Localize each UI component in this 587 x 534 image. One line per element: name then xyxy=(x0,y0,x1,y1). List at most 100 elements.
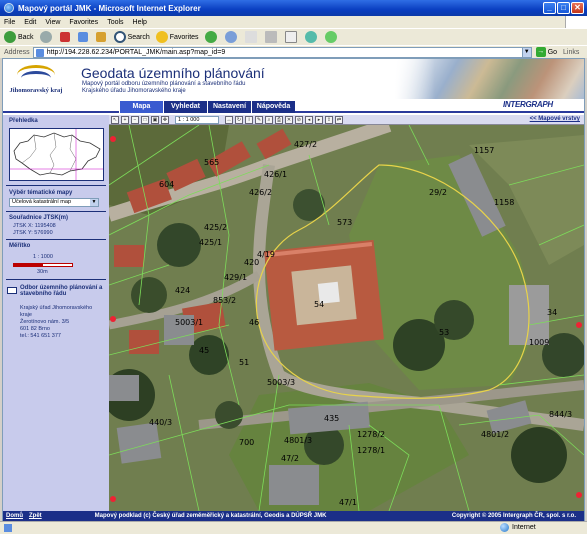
media-button[interactable] xyxy=(204,31,219,43)
edit-button[interactable] xyxy=(284,31,299,43)
scale-title: Měřítko xyxy=(9,243,31,249)
stop-icon-red[interactable]: ⊘ xyxy=(295,115,303,124)
parcel-label: 425/1 xyxy=(199,238,222,247)
back-arrow-icon xyxy=(4,31,16,43)
discuss-icon xyxy=(304,31,317,43)
mail-icon[interactable] xyxy=(7,287,17,294)
star-icon xyxy=(155,31,168,43)
tab-napoveda[interactable]: Nápověda xyxy=(251,101,295,113)
coords-title: Souřadnice JTSK(m) xyxy=(9,215,69,221)
page-subtitle-1: Mapový portál odboru územního plánování … xyxy=(82,81,246,87)
zoom-extent-icon[interactable]: ▣ xyxy=(151,115,159,124)
print-map-icon[interactable]: ⎙ xyxy=(275,115,283,124)
discuss-button[interactable] xyxy=(304,31,319,43)
back-link[interactable]: Zpět xyxy=(29,513,42,519)
logo-swoosh-icon-2 xyxy=(21,71,51,85)
tab-vyhledat[interactable]: Vyhledat xyxy=(163,101,207,113)
refresh-button[interactable] xyxy=(77,32,90,42)
mail-icon xyxy=(244,31,257,43)
go-arrow-icon: → xyxy=(535,47,546,57)
ie-icon xyxy=(4,3,14,13)
parcel-label: 1157 xyxy=(474,146,494,155)
print-button[interactable] xyxy=(264,31,279,43)
minimize-button[interactable]: _ xyxy=(543,2,556,14)
refresh-map-icon[interactable]: ↻ xyxy=(235,115,243,124)
search-button[interactable]: Search xyxy=(113,31,150,43)
scale-select[interactable]: 1 : 1 000 xyxy=(175,115,219,124)
menu-help[interactable]: Help xyxy=(133,19,147,26)
zone-label: Internet xyxy=(512,524,536,531)
parcel-label: 604 xyxy=(159,180,174,189)
map-area: ↖ + − □ ▣ ✥ 1 : 1 000 ↔ ↻ i ✎ ⌕ ⎙ ✕ ⊘ ◂ … xyxy=(109,115,584,511)
next-view-icon[interactable]: ▸ xyxy=(315,115,323,124)
page-title: Geodata územního plánování xyxy=(81,65,265,81)
parcel-label: 1278/1 xyxy=(357,446,385,455)
divider xyxy=(6,211,106,212)
parcel-label: 5003/3 xyxy=(267,378,295,387)
maximize-button[interactable]: □ xyxy=(557,2,570,14)
info-icon[interactable]: i xyxy=(245,115,253,124)
history-button[interactable] xyxy=(224,31,239,43)
contact-line: tel.: 541 651 377 xyxy=(20,333,61,339)
zoom-out-icon[interactable]: − xyxy=(131,115,139,124)
orthophoto-map[interactable]: 427/2565426/1426/2604425/2425/15734/1942… xyxy=(109,125,584,511)
parcel-label: 420 xyxy=(244,258,259,267)
menu-favorites[interactable]: Favorites xyxy=(69,19,98,26)
menu-tools[interactable]: Tools xyxy=(107,19,123,26)
tab-mapa[interactable]: Mapa xyxy=(119,101,163,113)
scale-value: 1 : 1000 xyxy=(33,254,53,260)
parcel-label: 51 xyxy=(239,358,249,367)
media-icon xyxy=(204,31,217,43)
parcel-label: 34 xyxy=(547,308,557,317)
close-button[interactable]: ✕ xyxy=(571,2,584,14)
home-link[interactable]: Domů xyxy=(6,513,23,519)
search-icon xyxy=(113,31,126,43)
pan-icon[interactable]: ✥ xyxy=(161,115,169,124)
previous-view-icon[interactable]: ◂ xyxy=(305,115,313,124)
parcel-label: 1009 xyxy=(529,338,549,347)
menu-view[interactable]: View xyxy=(45,19,60,26)
back-button[interactable]: Back xyxy=(4,31,34,43)
find-icon[interactable]: ⌕ xyxy=(265,115,273,124)
delete-icon[interactable]: ✕ xyxy=(285,115,293,124)
measure-icon[interactable]: ↔ xyxy=(225,115,233,124)
status-bar: Internet xyxy=(0,521,587,534)
zoom-in-icon[interactable]: + xyxy=(121,115,129,124)
stop-button[interactable] xyxy=(59,32,72,42)
map-select-title: Výběr tématické mapy xyxy=(9,190,73,196)
mail-button[interactable] xyxy=(244,31,259,43)
go-button[interactable]: → Go xyxy=(535,47,557,57)
parcel-label: 54 xyxy=(314,300,324,309)
sync-icon[interactable]: ⇄ xyxy=(335,115,343,124)
map-layers-link[interactable]: << Mapové vrstvy xyxy=(530,116,580,122)
menu-edit[interactable]: Edit xyxy=(24,19,36,26)
overview-map[interactable] xyxy=(9,128,104,181)
tab-nastaveni[interactable]: Nastavení xyxy=(207,101,251,113)
links-label[interactable]: Links xyxy=(563,49,579,56)
scale-bar xyxy=(13,263,73,267)
contact-title[interactable]: Odbor územního plánování a stavebního řá… xyxy=(20,285,106,297)
zoom-window-icon[interactable]: □ xyxy=(141,115,149,124)
divider xyxy=(6,279,106,280)
parcel-label: 46 xyxy=(249,318,259,327)
contact-line: kraje xyxy=(20,312,32,318)
select-tool-icon[interactable]: ↖ xyxy=(111,115,119,124)
messenger-button[interactable] xyxy=(324,31,339,43)
address-input[interactable]: http://194.228.62.234/PORTAL_JMK/main.as… xyxy=(32,46,523,58)
redline-icon[interactable]: ✎ xyxy=(255,115,263,124)
theme-map-select[interactable]: Účelová katastrální map ▼ xyxy=(9,198,99,207)
parcel-label: 47/1 xyxy=(339,498,357,507)
home-button[interactable] xyxy=(95,32,108,42)
address-dropdown-button[interactable]: ▼ xyxy=(521,46,532,58)
overview-title: Přehledka xyxy=(9,118,38,124)
page-icon xyxy=(35,48,44,57)
parcel-label: 565 xyxy=(204,158,219,167)
parcel-label: 1158 xyxy=(494,198,514,207)
header-banner-image xyxy=(395,59,584,99)
region-logo[interactable]: Jihomoravský kraj xyxy=(7,63,65,97)
menu-file[interactable]: File xyxy=(4,19,15,26)
forward-button[interactable] xyxy=(39,31,54,43)
export-icon[interactable]: ⇪ xyxy=(325,115,333,124)
coord-x: JTSK X: 1195408 xyxy=(13,223,56,229)
favorites-button[interactable]: Favorites xyxy=(155,31,199,43)
